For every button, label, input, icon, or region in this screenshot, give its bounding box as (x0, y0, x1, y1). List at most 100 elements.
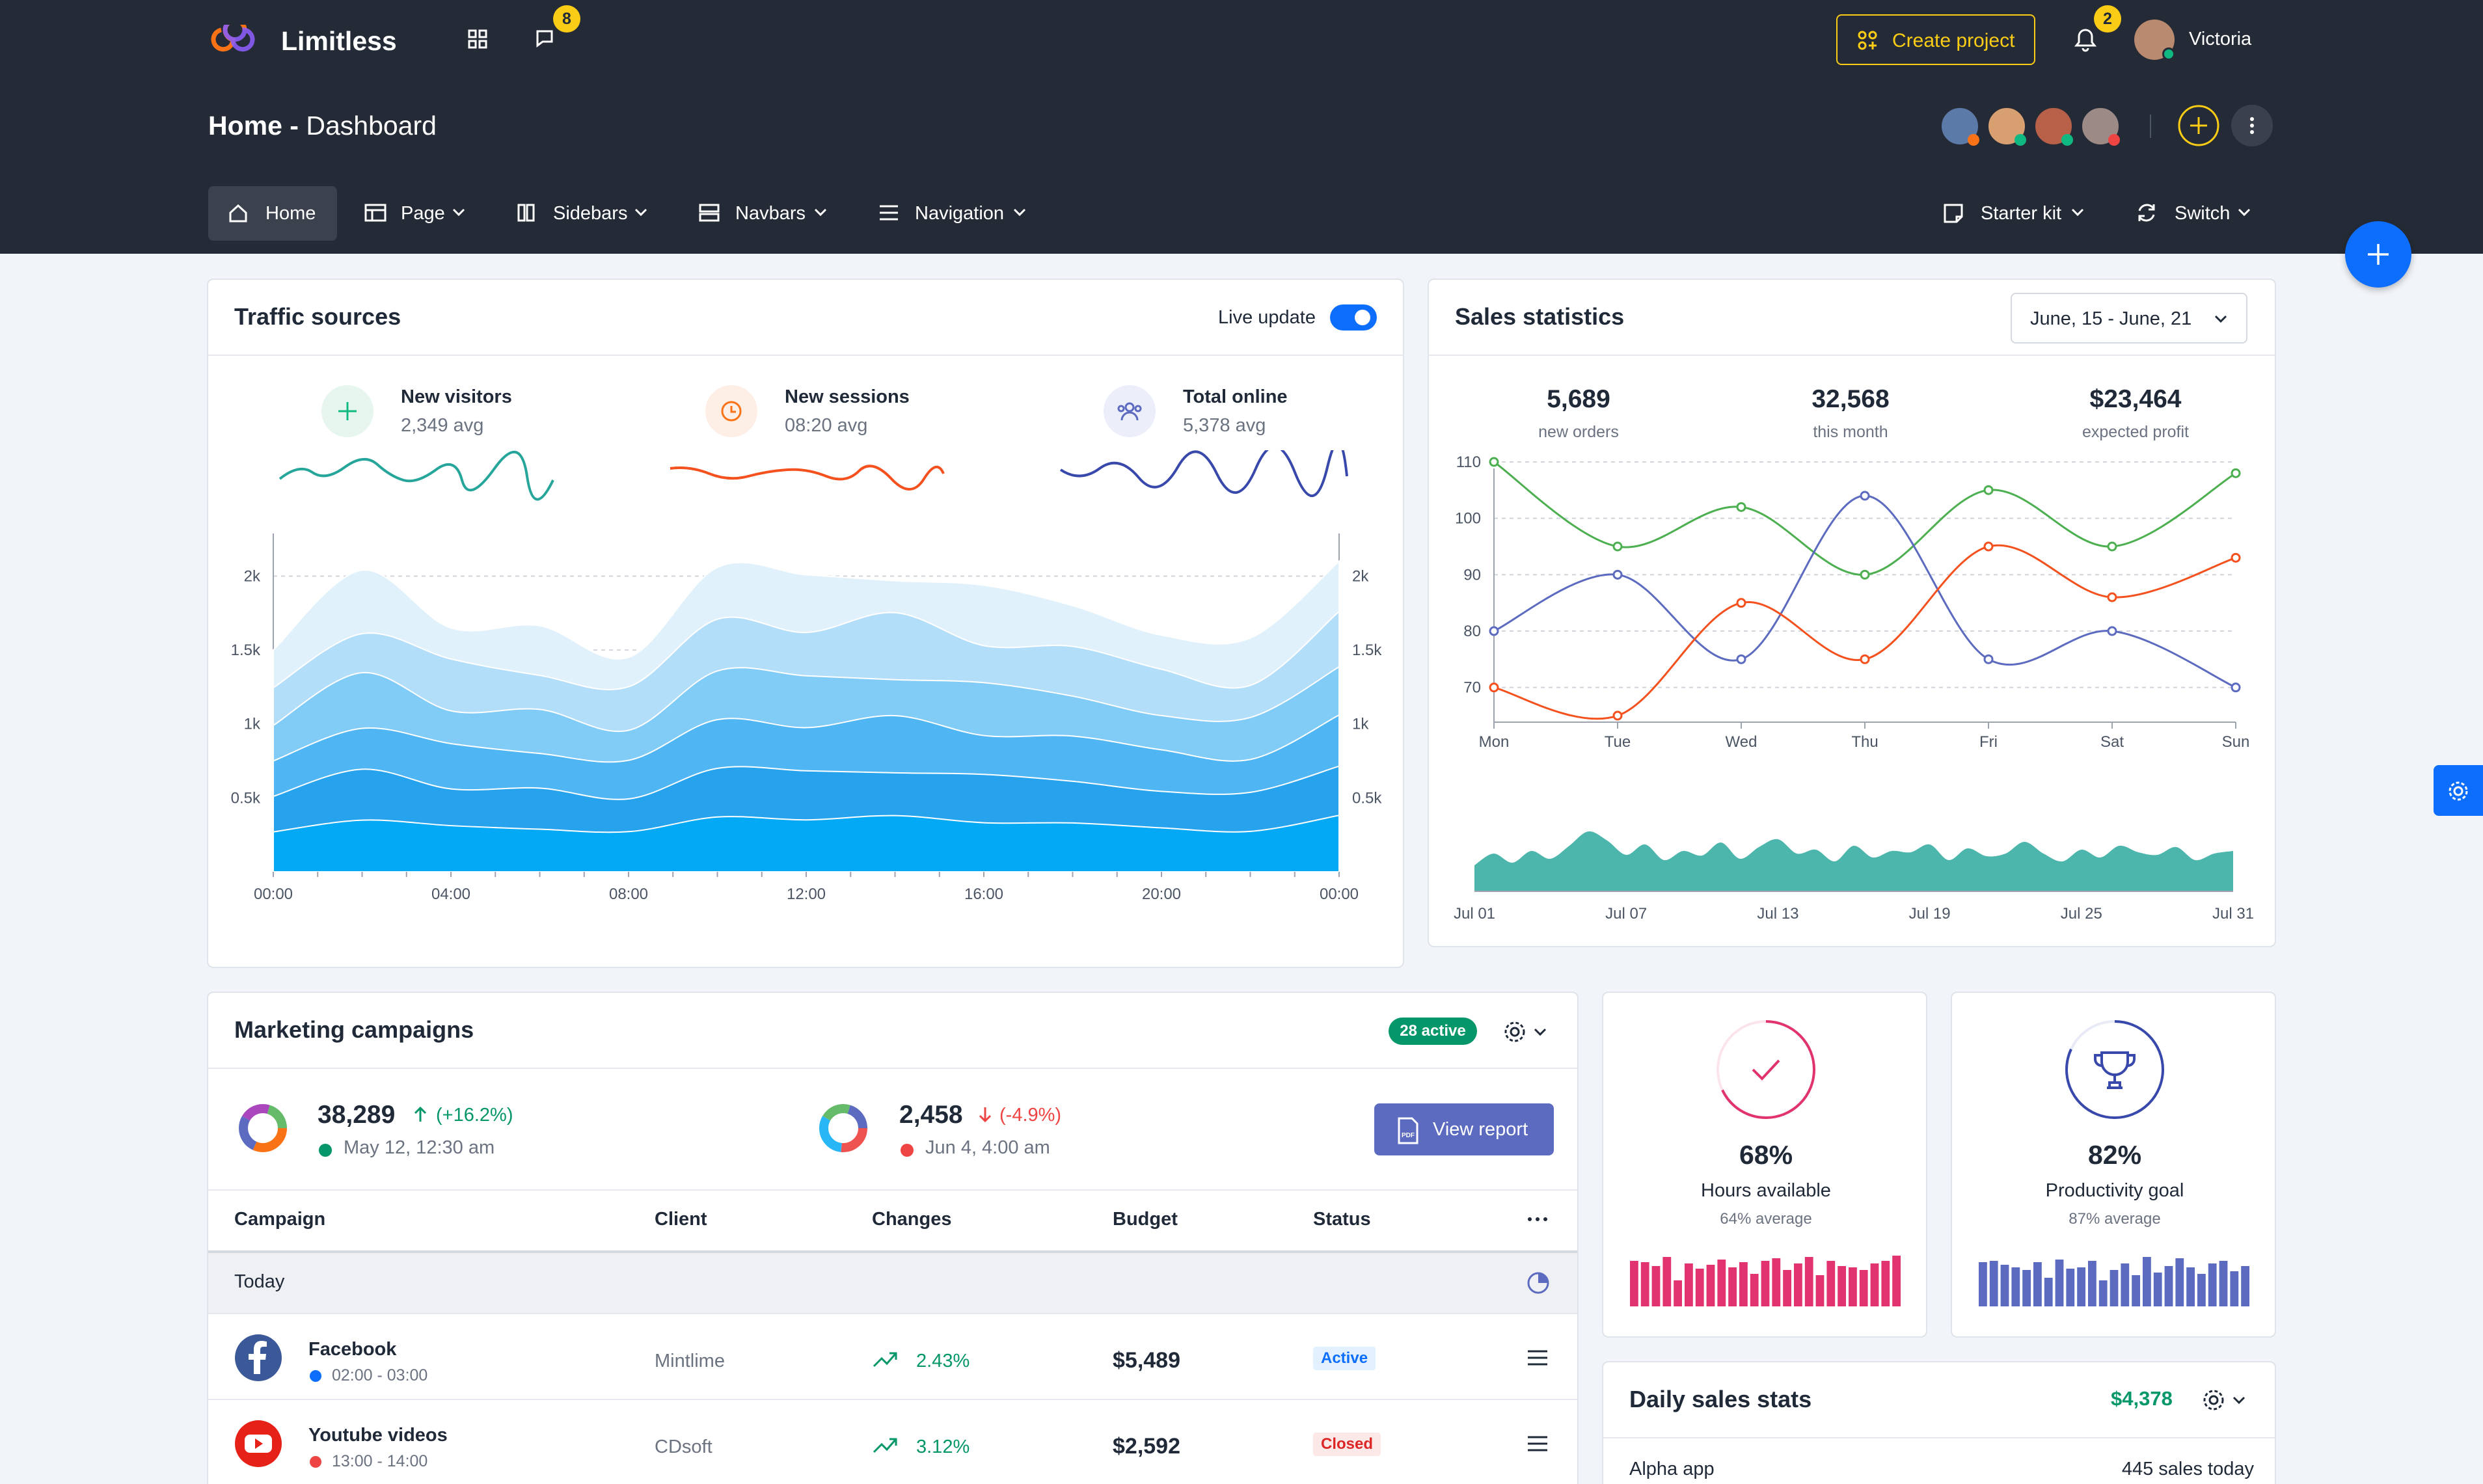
floating-add-button[interactable] (2345, 221, 2411, 288)
settings-toggle[interactable] (2434, 765, 2483, 816)
campaign-name[interactable]: Youtube videos (308, 1425, 448, 1446)
bar (2077, 1267, 2085, 1306)
status-dot (319, 1144, 332, 1157)
sales-stat-label: this month (1813, 423, 1888, 441)
column-changes[interactable]: Changes (872, 1209, 951, 1230)
bar (1838, 1266, 1846, 1306)
y-tick-label: 1.5k (231, 641, 261, 659)
hamburger-menu-icon[interactable] (1526, 1434, 1549, 1453)
card-header: Daily sales stats $4,378 (1603, 1362, 2275, 1438)
data-point (2231, 468, 2241, 478)
pie-chart-icon[interactable] (1525, 1270, 1551, 1296)
stat-label: Total online (1183, 386, 1288, 407)
page-title-section: Home - (208, 111, 299, 141)
nav-navbars[interactable]: Navbars (735, 203, 806, 224)
nav-switch[interactable]: Switch (2175, 203, 2230, 224)
online-sparkline (1059, 450, 1348, 497)
data-point (1489, 457, 1499, 467)
bell-icon[interactable] (2074, 27, 2096, 52)
chevron-down-icon[interactable] (2232, 1395, 2246, 1405)
x-tick-label: Jul 13 (1757, 905, 1798, 923)
arrow-up-icon (414, 1106, 427, 1122)
bar (1870, 1263, 1879, 1306)
campaign-name[interactable]: Facebook (308, 1339, 396, 1360)
x-tick-label: Jul 25 (2061, 905, 2102, 923)
data-point (2107, 626, 2117, 636)
bar (1739, 1262, 1748, 1306)
gear-icon[interactable] (1502, 1019, 1528, 1045)
column-status[interactable]: Status (1313, 1209, 1371, 1230)
trending-up-icon (873, 1352, 897, 1368)
bar (2164, 1266, 2173, 1306)
area-fill (1474, 831, 2233, 891)
sales-stat-label: expected profit (2082, 423, 2189, 441)
data-point (1489, 626, 1499, 636)
new-visitors-icon-wrap (321, 385, 373, 437)
daily-amount: $4,378 (2111, 1387, 2173, 1410)
more-horizontal-icon[interactable] (1526, 1214, 1549, 1224)
bar (1662, 1257, 1672, 1306)
status-dot (310, 1456, 321, 1468)
more-vertical-icon[interactable] (2231, 104, 2273, 147)
bar (2241, 1266, 2249, 1306)
bar (2121, 1263, 2130, 1306)
card-header: Sales statistics June, 15 - June, 21 (1429, 280, 2275, 356)
client-name: Mintlime (655, 1351, 725, 1371)
gear-icon (2449, 781, 2468, 801)
online-status-dot (2162, 47, 2175, 61)
table-row[interactable]: Facebook 02:00 - 03:00 Mintlime 2.43% $5… (208, 1314, 1577, 1399)
bar (1717, 1260, 1726, 1306)
kpi-change: (-4.9%) (999, 1105, 1062, 1126)
table-row[interactable]: Youtube videos 13:00 - 14:00 CDsoft 3.12… (208, 1400, 1577, 1484)
x-tick-label: Jul 19 (1909, 905, 1951, 923)
monthly-area-chart: Jul 01 Jul 07 Jul 13 Jul 19 Jul 25 Jul 31 (1454, 831, 2254, 923)
user-name[interactable]: Victoria (2189, 29, 2251, 50)
nav-home[interactable]: Home (208, 186, 337, 241)
x-tick-label: 00:00 (254, 885, 293, 903)
layout-icon (364, 204, 387, 222)
date-range-select[interactable]: June, 15 - June, 21 (2011, 293, 2247, 344)
hamburger-menu-icon[interactable] (1526, 1348, 1549, 1368)
create-project-button[interactable]: Create project (1836, 14, 2035, 65)
bar (1979, 1262, 1987, 1306)
column-campaign[interactable]: Campaign (234, 1209, 325, 1230)
nav-navigation[interactable]: Navigation (915, 203, 1004, 224)
live-update-toggle[interactable] (1330, 304, 1377, 331)
bar (2132, 1275, 2140, 1306)
data-point (1736, 502, 1746, 512)
data-point (1983, 541, 1994, 552)
nav-sidebars[interactable]: Sidebars (553, 203, 627, 224)
y-tick-label: 1k (244, 716, 261, 733)
budget-value: $5,489 (1113, 1348, 1180, 1373)
chevron-down-icon[interactable] (1533, 1027, 1547, 1037)
bar (2098, 1280, 2108, 1306)
grid-icon[interactable] (467, 29, 488, 49)
view-report-button[interactable]: PDF View report (1374, 1103, 1554, 1155)
x-tick-label: 20:00 (1142, 885, 1181, 903)
create-project-label: Create project (1892, 30, 2015, 51)
chevron-down-icon (452, 208, 465, 217)
stat-value: 08:20 avg (785, 415, 868, 436)
data-point (2231, 552, 2241, 563)
plus-icon (2368, 244, 2389, 265)
users-icon (1117, 402, 1142, 421)
arrow-down-icon (979, 1107, 992, 1123)
nav-starter-kit[interactable]: Starter kit (1981, 203, 2061, 224)
bar (1640, 1262, 1649, 1306)
column-budget[interactable]: Budget (1113, 1209, 1178, 1230)
nav-page[interactable]: Page (401, 203, 445, 224)
status-badge: Active (1313, 1347, 1376, 1370)
messages-icon[interactable] (535, 29, 557, 49)
bar (2110, 1270, 2119, 1306)
bar (1783, 1270, 1791, 1306)
brand-logo[interactable] (207, 25, 259, 55)
visitors-sparkline (278, 450, 554, 501)
page-title-page: Dashboard (298, 111, 437, 141)
gear-icon[interactable] (2201, 1387, 2227, 1413)
column-client[interactable]: Client (655, 1209, 707, 1230)
bar (1826, 1261, 1836, 1306)
campaign-time: 13:00 - 14:00 (332, 1452, 428, 1470)
add-icon[interactable] (2177, 104, 2220, 147)
bar (2208, 1263, 2217, 1306)
hours-available-card: 68% Hours available 64% average (1602, 992, 1927, 1338)
